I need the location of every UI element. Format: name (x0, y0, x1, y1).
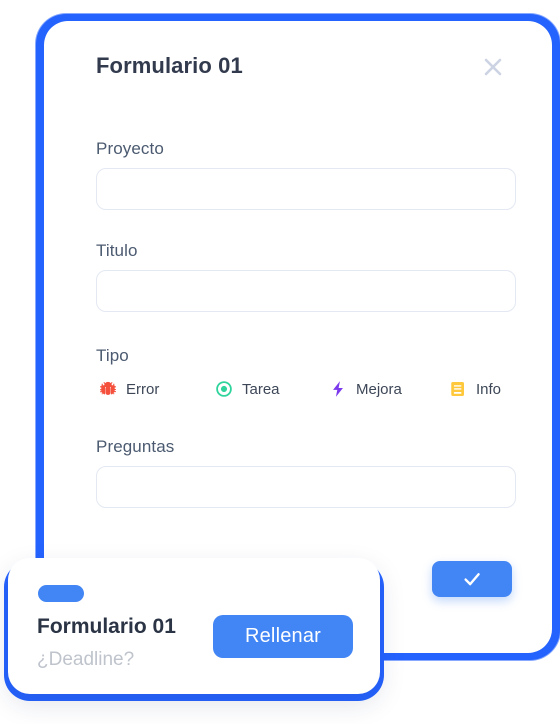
tipo-label-error: Error (126, 380, 160, 398)
label-proyecto: Proyecto (96, 139, 164, 158)
preguntas-input[interactable] (96, 466, 516, 508)
field-preguntas: Preguntas (96, 437, 516, 508)
task-card: Formulario 01 ¿Deadline? Rellenar (8, 558, 380, 694)
target-icon (214, 379, 234, 399)
label-titulo: Titulo (96, 241, 138, 260)
check-icon (461, 568, 483, 590)
task-card-title: Formulario 01 (37, 615, 176, 638)
rellenar-button[interactable]: Rellenar (213, 615, 353, 658)
task-card-subtitle: ¿Deadline? (37, 649, 135, 670)
screen-root: Formulario 01 Proyecto Titulo Tipo Error… (0, 0, 560, 724)
tipo-label-tarea: Tarea (242, 380, 280, 398)
close-icon[interactable] (478, 52, 508, 82)
tipo-label-mejora: Mejora (356, 380, 402, 398)
titulo-input[interactable] (96, 270, 516, 312)
submit-button[interactable] (432, 561, 512, 597)
dialog-header: Formulario 01 (96, 53, 530, 97)
proyecto-input[interactable] (96, 168, 516, 210)
tipo-option-mejora[interactable]: Mejora (328, 375, 402, 403)
tipo-option-info[interactable]: Info (448, 375, 501, 403)
field-tipo: Tipo Error Tarea Mejora Info (96, 346, 516, 403)
tipo-options: Error Tarea Mejora Info (96, 375, 516, 403)
page-title: Formulario 01 (96, 53, 243, 78)
label-tipo: Tipo (96, 346, 129, 365)
book-icon (448, 379, 468, 399)
tipo-option-error[interactable]: Error (98, 375, 159, 403)
label-preguntas: Preguntas (96, 437, 175, 456)
field-titulo: Titulo (96, 241, 516, 312)
lightning-icon (328, 379, 348, 399)
field-proyecto: Proyecto (96, 139, 516, 210)
tipo-label-info: Info (476, 380, 502, 398)
status-badge (38, 585, 84, 602)
tipo-option-tarea[interactable]: Tarea (214, 375, 280, 403)
bug-icon (98, 379, 118, 399)
